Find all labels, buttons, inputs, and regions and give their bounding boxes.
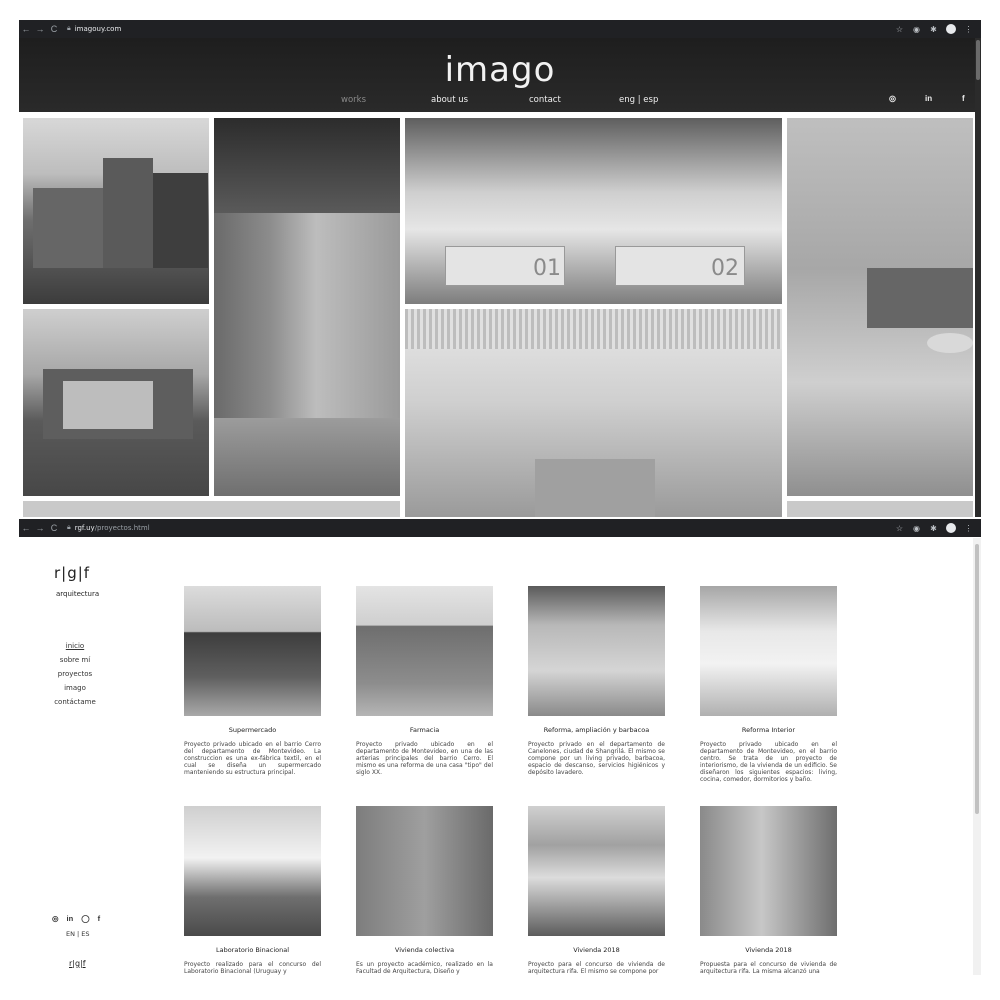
- nav-language[interactable]: eng | esp: [619, 95, 658, 105]
- gallery-tile-kitchen[interactable]: 01 02: [405, 118, 782, 304]
- side-nav-contactame[interactable]: contáctame: [19, 698, 131, 706]
- nav-works[interactable]: works: [341, 95, 366, 105]
- rgf-mini-logo[interactable]: r|g|f: [69, 959, 86, 968]
- browser-toolbar-bottom: ← → C 🔒︎ rgf.uy/proyectos.html ☆ ◉ ✱ ⋮: [19, 519, 981, 537]
- facebook-icon[interactable]: f: [98, 914, 101, 923]
- tile-label-01: 01: [533, 256, 561, 281]
- instagram-icon[interactable]: ◎: [889, 94, 896, 103]
- project-description: Es un proyecto académico, realizado en l…: [356, 961, 493, 975]
- profile-avatar[interactable]: [946, 24, 956, 34]
- imago-logo[interactable]: imago: [19, 50, 981, 90]
- imago-page: imago works about us contact eng | esp ◎…: [19, 38, 981, 517]
- rgf-page: r|g|f arquitectura inicio sobre mí proye…: [19, 538, 981, 975]
- project-title[interactable]: Supermercado: [184, 726, 321, 734]
- floor-shape: [214, 418, 400, 496]
- facebook-icon[interactable]: f: [962, 94, 965, 103]
- sofa-shape: [867, 268, 973, 328]
- project-image-vivienda-2018-b[interactable]: [700, 806, 837, 936]
- menu-icon[interactable]: ⋮: [964, 25, 973, 34]
- address-bar[interactable]: rgf.uy/proyectos.html: [75, 524, 150, 532]
- scrollbar[interactable]: [975, 38, 981, 517]
- side-nav-proyectos[interactable]: proyectos: [19, 670, 131, 678]
- project-description: Proyecto realizado para el concurso del …: [184, 961, 321, 975]
- gallery-tile-brick-hall[interactable]: [214, 118, 400, 496]
- extension-icon[interactable]: ◉: [912, 524, 921, 533]
- lock-icon: 🔒︎: [67, 25, 71, 32]
- roof-grid-shape: [405, 309, 782, 349]
- table-shape: [927, 333, 973, 353]
- scrollbar-thumb[interactable]: [975, 544, 979, 814]
- rgf-subtitle: arquitectura: [56, 590, 100, 598]
- menu-icon[interactable]: ⋮: [964, 524, 973, 533]
- side-nav-inicio[interactable]: inicio: [19, 642, 131, 650]
- project-image-vivienda-colectiva[interactable]: [356, 806, 493, 936]
- project-description: Proyecto privado ubicado en el barrio Ce…: [184, 741, 321, 776]
- project-description: Proyecto para el concurso de vivienda de…: [528, 961, 665, 975]
- puzzle-icon[interactable]: ✱: [929, 524, 938, 533]
- tile-label-02: 02: [711, 256, 739, 281]
- language-switcher[interactable]: EN | ES: [66, 930, 90, 938]
- project-image-farmacia[interactable]: [356, 586, 493, 716]
- browser-toolbar-top: ← → C 🔒︎ imagouy.com ☆ ◉ ✱ ⋮: [19, 20, 981, 38]
- gallery-tile-courtyard[interactable]: [405, 309, 782, 517]
- social-links: ◎ in ◯ f: [52, 914, 100, 923]
- project-title[interactable]: Laboratorio Binacional: [184, 946, 321, 954]
- lock-icon: 🔒︎: [67, 524, 71, 531]
- project-image-laboratorio[interactable]: [184, 806, 321, 936]
- back-icon[interactable]: ←: [19, 24, 33, 34]
- gallery-tile-house[interactable]: [23, 309, 209, 496]
- url-path: /proyectos.html: [94, 524, 150, 532]
- project-title[interactable]: Reforma Interior: [700, 726, 837, 734]
- nav-contact[interactable]: contact: [529, 95, 561, 105]
- project-image-vivienda-2018-a[interactable]: [528, 806, 665, 936]
- url-host: imagouy.com: [74, 25, 122, 33]
- address-bar[interactable]: imagouy.com: [75, 25, 122, 33]
- gallery-tile-sofa[interactable]: [787, 118, 973, 496]
- reload-icon[interactable]: C: [47, 24, 61, 34]
- linkedin-icon[interactable]: in: [925, 94, 932, 103]
- project-title[interactable]: Vivienda colectiva: [356, 946, 493, 954]
- star-icon[interactable]: ☆: [895, 524, 904, 533]
- project-description: Proyecto privado ubicado en el departame…: [700, 741, 837, 783]
- project-title[interactable]: Farmacia: [356, 726, 493, 734]
- reload-icon[interactable]: C: [47, 523, 61, 533]
- project-title[interactable]: Reforma, ampliación y barbacoa: [528, 726, 665, 734]
- back-icon[interactable]: ←: [19, 523, 33, 533]
- linkedin-icon[interactable]: in: [67, 914, 74, 923]
- github-icon[interactable]: ◯: [81, 914, 89, 923]
- gallery-tile-buildings[interactable]: [23, 118, 209, 304]
- side-nav-imago[interactable]: imago: [19, 684, 131, 692]
- project-description: Proyecto privado ubicado en el departame…: [356, 741, 493, 776]
- project-image-reforma-ampliacion[interactable]: [528, 586, 665, 716]
- nav-about-us[interactable]: about us: [431, 95, 468, 105]
- scrollbar[interactable]: [973, 538, 981, 975]
- instagram-icon[interactable]: ◎: [52, 914, 59, 923]
- tower-shape: [33, 188, 103, 268]
- forward-icon[interactable]: →: [33, 24, 47, 34]
- star-icon[interactable]: ☆: [895, 25, 904, 34]
- building-shape: [535, 459, 655, 517]
- project-description: Propuesta para el concurso de vivienda d…: [700, 961, 837, 975]
- project-description: Proyecto privado en el departamento de C…: [528, 741, 665, 776]
- window-shape: [63, 381, 153, 429]
- extension-icon[interactable]: ◉: [912, 25, 921, 34]
- forward-icon[interactable]: →: [33, 523, 47, 533]
- tower-shape: [103, 158, 153, 268]
- url-host: rgf.uy: [74, 524, 95, 532]
- project-image-reforma-interior[interactable]: [700, 586, 837, 716]
- puzzle-icon[interactable]: ✱: [929, 25, 938, 34]
- project-title[interactable]: Vivienda 2018: [700, 946, 837, 954]
- side-nav-sobre-mi[interactable]: sobre mí: [19, 656, 131, 664]
- gallery-tile-next[interactable]: [787, 501, 973, 517]
- gallery-tile-next[interactable]: [23, 501, 400, 517]
- project-image-supermercado[interactable]: [184, 586, 321, 716]
- profile-avatar[interactable]: [946, 523, 956, 533]
- tower-shape: [153, 173, 208, 268]
- scrollbar-thumb[interactable]: [976, 40, 980, 80]
- project-title[interactable]: Vivienda 2018: [528, 946, 665, 954]
- imago-header: imago works about us contact eng | esp ◎…: [19, 38, 981, 112]
- rgf-logo[interactable]: r|g|f: [54, 564, 90, 582]
- ceiling-shape: [214, 118, 400, 213]
